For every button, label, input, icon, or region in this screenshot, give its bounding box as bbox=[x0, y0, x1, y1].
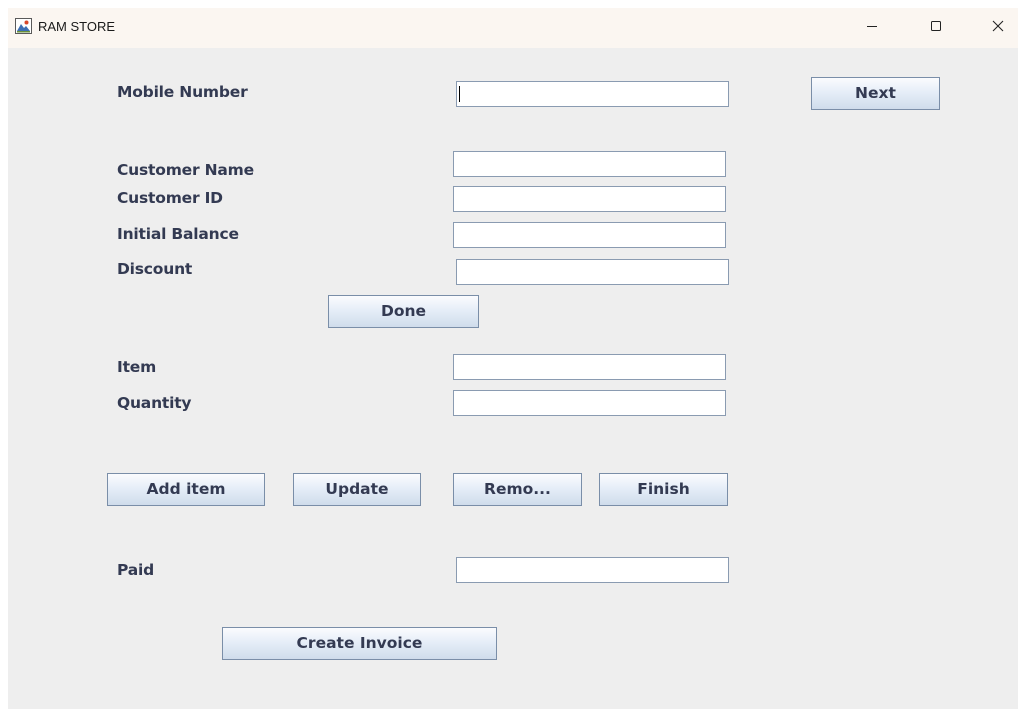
discount-label: Discount bbox=[117, 260, 193, 278]
customer-id-field[interactable] bbox=[453, 186, 726, 212]
finish-button[interactable]: Finish bbox=[599, 473, 728, 506]
form-panel: Mobile Number Next Customer Name Custome… bbox=[8, 48, 1018, 709]
quantity-label: Quantity bbox=[117, 394, 192, 412]
title-bar[interactable]: RAM STORE bbox=[8, 8, 1018, 48]
java-app-icon bbox=[15, 18, 32, 34]
create-invoice-button[interactable]: Create Invoice bbox=[222, 627, 497, 660]
initial-balance-label: Initial Balance bbox=[117, 225, 239, 243]
customer-id-label: Customer ID bbox=[117, 189, 223, 207]
mobile-number-label: Mobile Number bbox=[117, 83, 248, 101]
discount-field[interactable] bbox=[456, 259, 729, 285]
add-item-button[interactable]: Add item bbox=[107, 473, 265, 506]
customer-name-field[interactable] bbox=[453, 151, 726, 177]
remove-button[interactable]: Remo... bbox=[453, 473, 582, 506]
mobile-number-field[interactable] bbox=[456, 81, 729, 107]
initial-balance-field[interactable] bbox=[453, 222, 726, 248]
minimize-button[interactable] bbox=[849, 8, 895, 44]
update-button[interactable]: Update bbox=[293, 473, 421, 506]
window-title: RAM STORE bbox=[38, 19, 116, 34]
close-icon bbox=[992, 20, 1004, 32]
minimize-icon bbox=[866, 20, 878, 32]
text-caret bbox=[459, 86, 460, 102]
close-button[interactable] bbox=[975, 8, 1018, 44]
paid-label: Paid bbox=[117, 561, 155, 579]
item-field[interactable] bbox=[453, 354, 726, 380]
app-window: RAM STORE Mobile Number Next Customer Na… bbox=[8, 8, 1018, 709]
done-button[interactable]: Done bbox=[328, 295, 479, 328]
paid-field[interactable] bbox=[456, 557, 729, 583]
next-button[interactable]: Next bbox=[811, 77, 940, 110]
maximize-button[interactable] bbox=[913, 8, 959, 44]
maximize-icon bbox=[930, 20, 942, 32]
customer-name-label: Customer Name bbox=[117, 161, 254, 179]
item-label: Item bbox=[117, 358, 157, 376]
quantity-field[interactable] bbox=[453, 390, 726, 416]
